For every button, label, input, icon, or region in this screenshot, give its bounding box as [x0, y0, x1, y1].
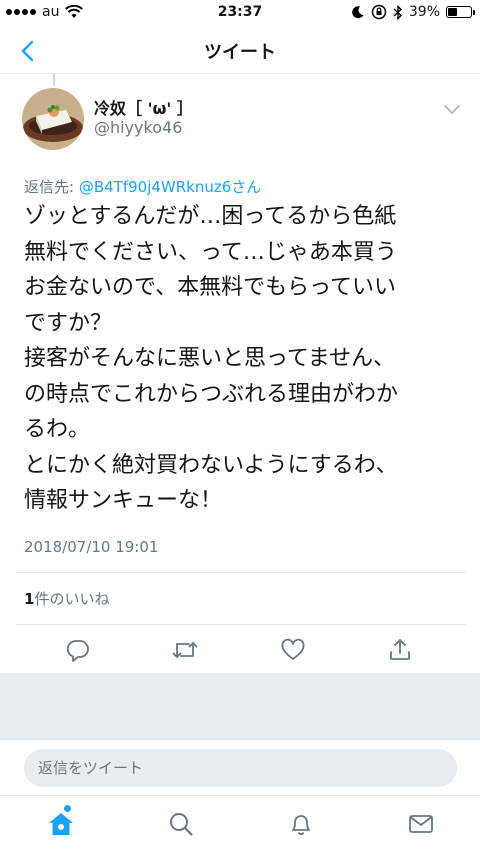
retweet-button[interactable] — [169, 634, 201, 666]
tweet-text-line: とにかく絶対買わないようにするわ、 — [24, 452, 398, 478]
tweet-text-line: の時点でこれからつぶれる理由がわか — [24, 381, 399, 407]
battery-icon — [446, 6, 475, 18]
tweet-text-line: 接客がそんなに悪いと思ってません、 — [24, 346, 396, 371]
reply-to-label: 返信先: — [24, 178, 79, 196]
status-bar: au 23:37 39% — [0, 0, 480, 26]
tweet-text-line: 情報サンキューな！ — [24, 488, 223, 513]
reply-input[interactable] — [24, 749, 457, 787]
tweet-text-line: ですか？ — [24, 310, 113, 336]
like-count-label: 件のいいね — [34, 590, 110, 608]
tab-notifications[interactable] — [283, 808, 319, 840]
search-icon — [170, 813, 193, 836]
divider — [16, 572, 466, 573]
navigation-bar: ツイート — [0, 26, 480, 74]
tweet-actions — [0, 632, 480, 668]
bluetooth-icon — [393, 4, 402, 20]
display-name[interactable]: 冷奴［ 'ω' ］ — [94, 95, 193, 119]
battery-percent: 39% — [408, 4, 440, 20]
tweet-timestamp: 2018/07/10 19:01 — [24, 538, 159, 556]
replies-area — [0, 673, 480, 739]
moon-icon — [352, 6, 364, 19]
tweet-text: ゾッとするんだが…困ってるから色紙 無料でください、って…じゃあ本買う お金ない… — [24, 199, 464, 519]
user-handle[interactable]: @hiyyko46 — [94, 118, 182, 137]
rotation-lock-icon — [371, 4, 387, 20]
share-icon — [390, 639, 410, 660]
thread-connector — [53, 74, 55, 86]
page-title: ツイート — [204, 42, 276, 63]
tweet-text-line: るわ。 — [24, 417, 91, 442]
reply-to-line: 返信先: @B4Tf90j4WRknuz6さん — [24, 176, 261, 197]
reply-button[interactable] — [62, 634, 94, 666]
like-button[interactable] — [277, 634, 309, 666]
reply-to-mention[interactable]: @B4Tf90j4WRknuz6さん — [79, 178, 261, 196]
reply-icon — [66, 640, 89, 662]
reply-bar — [0, 739, 480, 795]
avatar-image — [22, 88, 84, 150]
tweet-text-line: お金ないので、本無料でもらっていい — [24, 275, 397, 300]
chevron-down-icon[interactable] — [440, 100, 464, 120]
mail-icon — [409, 815, 433, 833]
status-right: 39% — [351, 4, 475, 20]
tab-messages[interactable] — [403, 808, 439, 840]
bell-icon — [292, 815, 310, 836]
home-icon — [49, 813, 73, 835]
like-count-link[interactable]: 1件のいいね — [24, 588, 109, 609]
tweet-text-line: ゾッとするんだが…困ってるから色紙 — [24, 204, 397, 229]
avatar[interactable] — [22, 88, 84, 150]
retweet-icon — [172, 642, 198, 658]
heart-icon — [281, 638, 305, 660]
divider — [16, 624, 466, 625]
tab-search[interactable] — [163, 808, 199, 840]
tab-home[interactable] — [43, 808, 79, 840]
new-content-dot — [64, 805, 71, 812]
like-count: 1 — [24, 590, 35, 608]
share-button[interactable] — [384, 634, 416, 666]
tab-bar — [0, 795, 480, 853]
tweet-text-line: 無料でください、って…じゃあ本買う — [24, 239, 397, 265]
